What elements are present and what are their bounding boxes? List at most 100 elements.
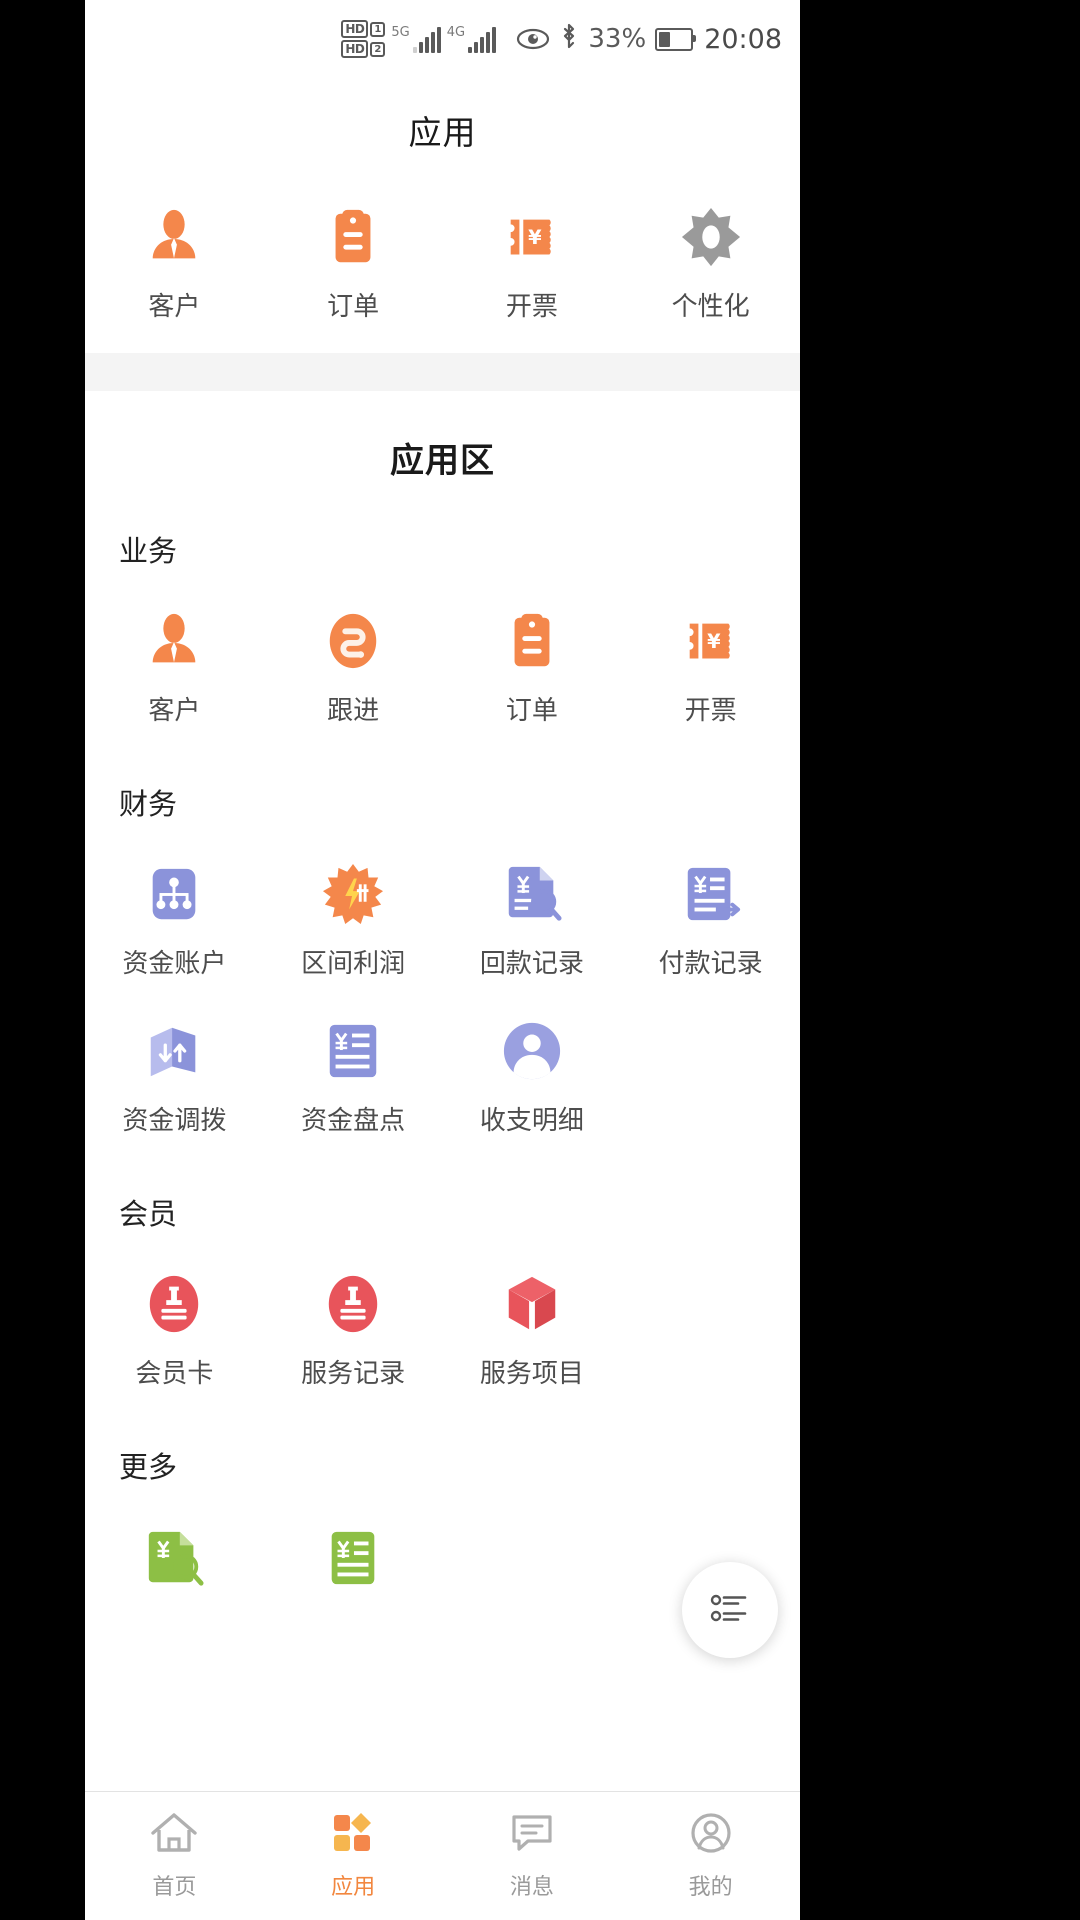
fav-tile-invoice[interactable]: ¥ 开票 — [443, 206, 622, 323]
group-grid-finance: 资金账户 区间利润 回款记录 付款记录 资金调拨 资金盘点 收支明细 — [85, 823, 800, 1137]
member-card-icon — [143, 1273, 205, 1335]
app-tile-fund-check[interactable]: 资金盘点 — [264, 1020, 443, 1137]
app-tile-service-item[interactable]: 服务项目 — [443, 1273, 622, 1390]
bottom-navigation: 首页 应用 消息 我的 — [85, 1791, 800, 1920]
nav-item-apps[interactable]: 应用 — [264, 1811, 443, 1901]
fav-tile-order[interactable]: 订单 — [264, 206, 443, 323]
group-title: 业务 — [119, 534, 178, 568]
signal-group-1: 5G — [391, 24, 441, 53]
clipboard-icon — [501, 610, 563, 672]
fav-tile-label: 开票 — [505, 292, 558, 322]
message-icon — [508, 1811, 556, 1859]
nav-item-label: 应用 — [331, 1875, 376, 1900]
nav-item-label: 首页 — [152, 1875, 197, 1900]
app-tile-label: 资金调拨 — [122, 1106, 227, 1136]
battery-icon — [655, 27, 697, 51]
hd-badge-sim2: HD 2 — [341, 40, 386, 58]
hd-sim-number-2: 2 — [370, 41, 386, 57]
invoice-ticket-icon: ¥ — [501, 206, 563, 268]
income-expense-icon — [501, 1020, 563, 1082]
group-finance: 财务 资金账户 区间利润 回款记录 付款记录 资金调拨 资金盘点 收支明细 — [85, 735, 800, 1145]
app-tile-label: 资金盘点 — [301, 1106, 406, 1136]
signal-group-2: 4G — [446, 24, 497, 53]
app-tile-label: 区间利润 — [301, 949, 406, 979]
app-tile-label: 资金账户 — [122, 949, 227, 979]
home-icon — [150, 1811, 198, 1859]
more-invoice-icon — [143, 1526, 205, 1588]
phone-screen: HD 1 HD 2 5G 4G 33% 20:08 应用 客户 订单 ¥ 开票 … — [85, 0, 800, 1920]
service-item-box-icon — [501, 1273, 563, 1335]
apps-grid-icon — [329, 1811, 377, 1859]
app-tile-more-2[interactable] — [264, 1526, 443, 1606]
app-tile-order[interactable]: 订单 — [443, 610, 622, 727]
fav-tile-personalize[interactable]: 个性化 — [621, 206, 800, 323]
profile-icon — [687, 1811, 735, 1859]
status-bar-signals: HD 1 HD 2 5G 4G — [341, 20, 497, 58]
battery-percent-label: 33% — [588, 24, 647, 54]
app-tile-label: 服务记录 — [301, 1359, 406, 1389]
app-tile-label: 会员卡 — [135, 1359, 214, 1389]
signal-bars-icon-1 — [412, 26, 441, 53]
payment-received-icon — [501, 863, 563, 925]
bluetooth-icon — [559, 22, 579, 57]
fund-check-icon — [322, 1020, 384, 1082]
service-record-icon — [322, 1273, 384, 1335]
profit-burst-icon — [322, 863, 384, 925]
app-tile-interval-profit[interactable]: 区间利润 — [264, 863, 443, 980]
app-tile-follow-up[interactable]: 跟进 — [264, 610, 443, 727]
hd-volte-stack: HD 1 HD 2 — [341, 20, 386, 58]
app-zone-title: 应用区 — [390, 441, 495, 481]
svg-text:¥: ¥ — [707, 630, 721, 653]
group-title: 更多 — [119, 1450, 178, 1484]
svg-text:¥: ¥ — [528, 226, 542, 249]
hd-sim-number-1: 1 — [370, 21, 386, 37]
fav-tile-label: 客户 — [148, 292, 201, 322]
follow-up-icon — [322, 610, 384, 672]
fund-transfer-icon — [143, 1020, 205, 1082]
status-bar: HD 1 HD 2 5G 4G 33% 20:08 — [85, 0, 800, 78]
app-tile-fund-account[interactable]: 资金账户 — [85, 863, 264, 980]
app-tile-fund-transfer[interactable]: 资金调拨 — [85, 1020, 264, 1137]
group-title: 会员 — [119, 1197, 178, 1231]
app-tile-customer[interactable]: 客户 — [85, 610, 264, 727]
nav-item-messages[interactable]: 消息 — [443, 1811, 622, 1901]
app-tile-more-1[interactable] — [85, 1526, 264, 1606]
page-title: 应用 — [408, 113, 477, 152]
group-business: 业务 客户 跟进 订单 ¥ 开票 — [85, 482, 800, 735]
network-type-2: 4G — [446, 24, 466, 40]
network-type-1: 5G — [391, 24, 410, 40]
status-bar-clock: 20:08 — [704, 23, 782, 55]
list-menu-icon — [705, 1583, 755, 1637]
account-tree-icon — [143, 863, 205, 925]
clipboard-icon — [322, 206, 384, 268]
app-tile-invoice[interactable]: ¥ 开票 — [621, 610, 800, 727]
group-title: 财务 — [119, 787, 178, 821]
app-tile-label: 跟进 — [327, 696, 380, 726]
status-bar-right: 33% 20:08 — [516, 22, 782, 57]
group-member: 会员 会员卡 服务记录 服务项目 — [85, 1145, 800, 1398]
app-tile-label: 订单 — [505, 696, 558, 726]
fav-tile-customer[interactable]: 客户 — [85, 206, 264, 323]
app-tile-label: 付款记录 — [658, 949, 763, 979]
app-tile-label: 服务项目 — [479, 1359, 584, 1389]
section-divider-band — [85, 353, 800, 391]
floating-action-button[interactable] — [682, 1562, 778, 1658]
nav-item-label: 消息 — [509, 1875, 554, 1900]
app-tile-member-card[interactable]: 会员卡 — [85, 1273, 264, 1390]
hd-label-2: HD — [341, 40, 369, 58]
signal-bars-icon-2 — [468, 26, 497, 53]
nav-item-home[interactable]: 首页 — [85, 1811, 264, 1901]
gear-icon — [680, 206, 742, 268]
app-tile-income-expense[interactable]: 收支明细 — [443, 1020, 622, 1137]
customer-icon — [143, 206, 205, 268]
app-tile-label: 开票 — [684, 696, 737, 726]
payment-made-icon — [680, 863, 742, 925]
app-tile-payment-made[interactable]: 付款记录 — [621, 863, 800, 980]
nav-item-label: 我的 — [688, 1875, 733, 1900]
nav-item-profile[interactable]: 我的 — [621, 1811, 800, 1901]
app-tile-service-record[interactable]: 服务记录 — [264, 1273, 443, 1390]
app-tile-label: 收支明细 — [479, 1106, 584, 1136]
group-grid-member: 会员卡 服务记录 服务项目 — [85, 1233, 800, 1390]
hd-badge-sim1: HD 1 — [341, 20, 386, 38]
app-tile-payment-received[interactable]: 回款记录 — [443, 863, 622, 980]
